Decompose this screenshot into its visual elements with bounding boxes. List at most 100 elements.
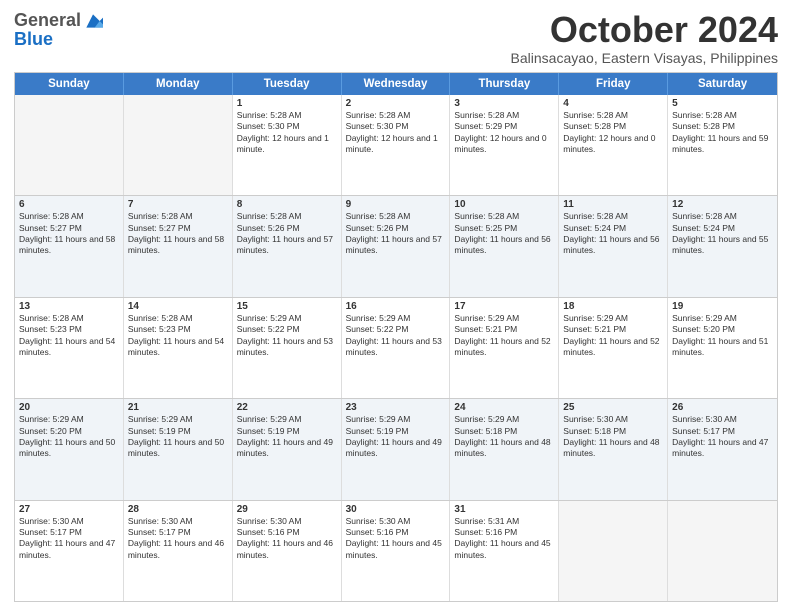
cell-info: Sunrise: 5:29 AMSunset: 5:22 PMDaylight:… <box>237 313 337 359</box>
cal-cell-3-4: 24 Sunrise: 5:29 AMSunset: 5:18 PMDaylig… <box>450 399 559 499</box>
cell-info: Sunrise: 5:29 AMSunset: 5:19 PMDaylight:… <box>346 414 446 460</box>
day-number: 23 <box>346 402 446 413</box>
day-number: 16 <box>346 301 446 312</box>
header-friday: Friday <box>559 73 668 95</box>
cell-info: Sunrise: 5:28 AMSunset: 5:29 PMDaylight:… <box>454 110 554 156</box>
cal-cell-4-3: 30 Sunrise: 5:30 AMSunset: 5:16 PMDaylig… <box>342 501 451 601</box>
cell-info: Sunrise: 5:30 AMSunset: 5:16 PMDaylight:… <box>237 516 337 562</box>
cell-info: Sunrise: 5:28 AMSunset: 5:23 PMDaylight:… <box>19 313 119 359</box>
logo-icon <box>83 11 103 31</box>
cell-info: Sunrise: 5:29 AMSunset: 5:20 PMDaylight:… <box>672 313 773 359</box>
day-number: 17 <box>454 301 554 312</box>
day-number: 31 <box>454 504 554 515</box>
cell-info: Sunrise: 5:28 AMSunset: 5:27 PMDaylight:… <box>19 211 119 257</box>
day-number: 3 <box>454 98 554 109</box>
cell-info: Sunrise: 5:28 AMSunset: 5:23 PMDaylight:… <box>128 313 228 359</box>
cal-cell-2-5: 18 Sunrise: 5:29 AMSunset: 5:21 PMDaylig… <box>559 298 668 398</box>
day-number: 13 <box>19 301 119 312</box>
cal-cell-4-0: 27 Sunrise: 5:30 AMSunset: 5:17 PMDaylig… <box>15 501 124 601</box>
title-block: October 2024 Balinsacayao, Eastern Visay… <box>511 10 778 66</box>
calendar-row-1: 6 Sunrise: 5:28 AMSunset: 5:27 PMDayligh… <box>15 195 777 296</box>
day-number: 30 <box>346 504 446 515</box>
cell-info: Sunrise: 5:28 AMSunset: 5:28 PMDaylight:… <box>672 110 773 156</box>
cal-cell-2-3: 16 Sunrise: 5:29 AMSunset: 5:22 PMDaylig… <box>342 298 451 398</box>
cell-info: Sunrise: 5:29 AMSunset: 5:21 PMDaylight:… <box>454 313 554 359</box>
cal-cell-3-0: 20 Sunrise: 5:29 AMSunset: 5:20 PMDaylig… <box>15 399 124 499</box>
cell-info: Sunrise: 5:28 AMSunset: 5:24 PMDaylight:… <box>563 211 663 257</box>
cal-cell-1-0: 6 Sunrise: 5:28 AMSunset: 5:27 PMDayligh… <box>15 196 124 296</box>
day-number: 21 <box>128 402 228 413</box>
cell-info: Sunrise: 5:28 AMSunset: 5:30 PMDaylight:… <box>346 110 446 156</box>
cal-cell-1-5: 11 Sunrise: 5:28 AMSunset: 5:24 PMDaylig… <box>559 196 668 296</box>
calendar-row-3: 20 Sunrise: 5:29 AMSunset: 5:20 PMDaylig… <box>15 398 777 499</box>
month-title: October 2024 <box>511 10 778 50</box>
cell-info: Sunrise: 5:28 AMSunset: 5:30 PMDaylight:… <box>237 110 337 156</box>
calendar-row-0: 1 Sunrise: 5:28 AMSunset: 5:30 PMDayligh… <box>15 95 777 195</box>
cell-info: Sunrise: 5:30 AMSunset: 5:17 PMDaylight:… <box>672 414 773 460</box>
header-tuesday: Tuesday <box>233 73 342 95</box>
day-number: 12 <box>672 199 773 210</box>
cal-cell-1-3: 9 Sunrise: 5:28 AMSunset: 5:26 PMDayligh… <box>342 196 451 296</box>
cell-info: Sunrise: 5:28 AMSunset: 5:24 PMDaylight:… <box>672 211 773 257</box>
cal-cell-0-5: 4 Sunrise: 5:28 AMSunset: 5:28 PMDayligh… <box>559 95 668 195</box>
day-number: 26 <box>672 402 773 413</box>
logo-blue-text: Blue <box>14 29 53 49</box>
day-number: 5 <box>672 98 773 109</box>
cal-cell-0-2: 1 Sunrise: 5:28 AMSunset: 5:30 PMDayligh… <box>233 95 342 195</box>
cell-info: Sunrise: 5:28 AMSunset: 5:27 PMDaylight:… <box>128 211 228 257</box>
calendar: Sunday Monday Tuesday Wednesday Thursday… <box>14 72 778 602</box>
cal-cell-3-3: 23 Sunrise: 5:29 AMSunset: 5:19 PMDaylig… <box>342 399 451 499</box>
header-wednesday: Wednesday <box>342 73 451 95</box>
calendar-row-4: 27 Sunrise: 5:30 AMSunset: 5:17 PMDaylig… <box>15 500 777 601</box>
cal-cell-4-4: 31 Sunrise: 5:31 AMSunset: 5:16 PMDaylig… <box>450 501 559 601</box>
day-number: 27 <box>19 504 119 515</box>
cell-info: Sunrise: 5:30 AMSunset: 5:18 PMDaylight:… <box>563 414 663 460</box>
cal-cell-0-6: 5 Sunrise: 5:28 AMSunset: 5:28 PMDayligh… <box>668 95 777 195</box>
day-number: 19 <box>672 301 773 312</box>
cell-info: Sunrise: 5:30 AMSunset: 5:16 PMDaylight:… <box>346 516 446 562</box>
logo-general-text: General <box>14 10 81 31</box>
cal-cell-0-3: 2 Sunrise: 5:28 AMSunset: 5:30 PMDayligh… <box>342 95 451 195</box>
cal-cell-1-6: 12 Sunrise: 5:28 AMSunset: 5:24 PMDaylig… <box>668 196 777 296</box>
day-number: 22 <box>237 402 337 413</box>
day-number: 2 <box>346 98 446 109</box>
cell-info: Sunrise: 5:29 AMSunset: 5:19 PMDaylight:… <box>128 414 228 460</box>
cal-cell-2-4: 17 Sunrise: 5:29 AMSunset: 5:21 PMDaylig… <box>450 298 559 398</box>
cal-cell-1-1: 7 Sunrise: 5:28 AMSunset: 5:27 PMDayligh… <box>124 196 233 296</box>
cal-cell-3-2: 22 Sunrise: 5:29 AMSunset: 5:19 PMDaylig… <box>233 399 342 499</box>
cell-info: Sunrise: 5:29 AMSunset: 5:21 PMDaylight:… <box>563 313 663 359</box>
cell-info: Sunrise: 5:28 AMSunset: 5:25 PMDaylight:… <box>454 211 554 257</box>
cal-cell-0-1 <box>124 95 233 195</box>
cell-info: Sunrise: 5:29 AMSunset: 5:18 PMDaylight:… <box>454 414 554 460</box>
cal-cell-1-2: 8 Sunrise: 5:28 AMSunset: 5:26 PMDayligh… <box>233 196 342 296</box>
day-number: 7 <box>128 199 228 210</box>
header-sunday: Sunday <box>15 73 124 95</box>
logo: General Blue <box>14 10 103 50</box>
day-number: 8 <box>237 199 337 210</box>
day-number: 25 <box>563 402 663 413</box>
cal-cell-0-0 <box>15 95 124 195</box>
cal-cell-4-2: 29 Sunrise: 5:30 AMSunset: 5:16 PMDaylig… <box>233 501 342 601</box>
day-number: 28 <box>128 504 228 515</box>
day-number: 4 <box>563 98 663 109</box>
cell-info: Sunrise: 5:30 AMSunset: 5:17 PMDaylight:… <box>19 516 119 562</box>
header-saturday: Saturday <box>668 73 777 95</box>
day-number: 9 <box>346 199 446 210</box>
cal-cell-3-1: 21 Sunrise: 5:29 AMSunset: 5:19 PMDaylig… <box>124 399 233 499</box>
cal-cell-0-4: 3 Sunrise: 5:28 AMSunset: 5:29 PMDayligh… <box>450 95 559 195</box>
calendar-row-2: 13 Sunrise: 5:28 AMSunset: 5:23 PMDaylig… <box>15 297 777 398</box>
day-number: 1 <box>237 98 337 109</box>
header-monday: Monday <box>124 73 233 95</box>
cell-info: Sunrise: 5:29 AMSunset: 5:22 PMDaylight:… <box>346 313 446 359</box>
cell-info: Sunrise: 5:29 AMSunset: 5:19 PMDaylight:… <box>237 414 337 460</box>
cal-cell-4-6 <box>668 501 777 601</box>
calendar-body: 1 Sunrise: 5:28 AMSunset: 5:30 PMDayligh… <box>15 95 777 601</box>
cell-info: Sunrise: 5:28 AMSunset: 5:26 PMDaylight:… <box>346 211 446 257</box>
header-thursday: Thursday <box>450 73 559 95</box>
cell-info: Sunrise: 5:30 AMSunset: 5:17 PMDaylight:… <box>128 516 228 562</box>
cell-info: Sunrise: 5:28 AMSunset: 5:28 PMDaylight:… <box>563 110 663 156</box>
header: General Blue October 2024 Balinsacayao, … <box>14 10 778 66</box>
cal-cell-2-6: 19 Sunrise: 5:29 AMSunset: 5:20 PMDaylig… <box>668 298 777 398</box>
cal-cell-4-5 <box>559 501 668 601</box>
cal-cell-2-1: 14 Sunrise: 5:28 AMSunset: 5:23 PMDaylig… <box>124 298 233 398</box>
